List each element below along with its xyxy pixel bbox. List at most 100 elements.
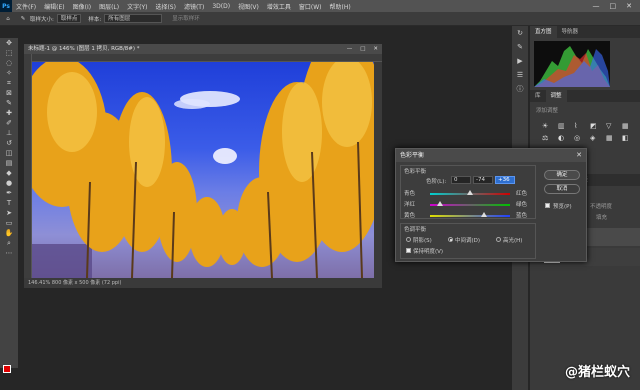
preserve-luminosity-checkbox[interactable] — [406, 248, 411, 253]
menu-edit[interactable]: 编辑(E) — [40, 2, 68, 11]
more-tools-icon[interactable]: ⋯ — [0, 248, 18, 258]
tab-libraries[interactable]: 库 — [530, 90, 546, 102]
levels-icon[interactable]: ▥ — [558, 122, 570, 130]
cyan-label: 青色 — [404, 191, 416, 197]
highlights-label: 高光(H) — [503, 238, 523, 244]
dodge-tool-icon[interactable]: ● — [0, 178, 18, 188]
type-tool-icon[interactable]: T — [0, 198, 18, 208]
move-tool-icon[interactable]: ✥ — [0, 38, 18, 48]
home-icon[interactable]: ⌂ — [0, 16, 16, 22]
properties-icon[interactable]: ☰ — [512, 68, 528, 82]
ok-button[interactable]: 确定 — [544, 170, 580, 180]
hue-sat-icon[interactable]: ▦ — [622, 122, 634, 130]
yellow-blue-slider-thumb[interactable] — [481, 212, 488, 217]
preserve-luminosity-label: 保持明度(V) — [413, 249, 444, 255]
photo-filter-icon[interactable]: ◎ — [574, 134, 586, 142]
healing-brush-tool-icon[interactable]: ✚ — [0, 108, 18, 118]
brightness-icon[interactable]: ☀ — [542, 122, 554, 130]
level-magenta-green-input[interactable]: -74 — [473, 176, 493, 184]
curves-icon[interactable]: ⌇ — [574, 122, 586, 130]
levels-label: 色阶(L): — [426, 179, 447, 185]
color-balance-icon[interactable]: ⚖ — [542, 134, 554, 142]
dialog-close-icon[interactable]: ✕ — [576, 149, 582, 162]
midtones-radio[interactable] — [448, 237, 453, 242]
eyedropper-icon[interactable]: ✎ — [16, 16, 30, 22]
sample-select[interactable]: 所有图层 — [104, 14, 163, 23]
dialog-title: 色彩平衡 — [400, 152, 425, 159]
horizontal-ruler — [32, 54, 382, 62]
options-bar: ⌂ ✎ 取样大小: 取样点 样本: 所有图层 显示取样环 — [0, 12, 640, 26]
yellow-blue-slider[interactable] — [430, 212, 510, 217]
info-icon[interactable]: ⓘ — [512, 82, 528, 96]
vibrance-icon[interactable]: ▽ — [606, 122, 618, 130]
preview-checkbox[interactable] — [545, 203, 550, 208]
highlights-radio[interactable] — [496, 237, 501, 242]
doc-close-icon[interactable]: ✕ — [373, 44, 378, 54]
image-canvas[interactable] — [32, 62, 374, 278]
menu-type[interactable]: 文字(Y) — [123, 2, 151, 11]
document-title: 未标题-1 @ 146% (图层 1 拷贝, RGB/8#) * — [28, 46, 140, 52]
brush-tool-icon[interactable]: ✐ — [0, 118, 18, 128]
menu-layer[interactable]: 图层(L) — [95, 2, 123, 11]
zoom-tool-icon[interactable]: ⌕ — [0, 238, 18, 248]
sample-size-select[interactable]: 取样点 — [56, 14, 82, 23]
marquee-tool-icon[interactable]: ⬚ — [0, 48, 18, 58]
magenta-green-slider-thumb[interactable] — [437, 201, 444, 206]
magic-wand-tool-icon[interactable]: ✧ — [0, 68, 18, 78]
history-brush-tool-icon[interactable]: ↺ — [0, 138, 18, 148]
menu-window[interactable]: 窗口(W) — [295, 2, 326, 11]
menu-3d[interactable]: 3D(D) — [208, 3, 234, 10]
document-tab[interactable]: 未标题-1 @ 146% (图层 1 拷贝, RGB/8#) * — □ ✕ — [24, 44, 382, 54]
invert-icon[interactable]: ◧ — [622, 134, 634, 142]
menu-file[interactable]: 文件(F) — [12, 2, 40, 11]
level-cyan-red-input[interactable]: 0 — [451, 176, 471, 184]
doc-minimize-icon[interactable]: — — [347, 44, 353, 54]
path-selection-tool-icon[interactable]: ➤ — [0, 208, 18, 218]
brush-settings-icon[interactable]: ✎ — [512, 40, 528, 54]
sample-label: 样本: — [88, 16, 102, 23]
minimize-button[interactable]: — — [593, 0, 600, 12]
close-button[interactable]: ✕ — [626, 0, 632, 12]
menu-select[interactable]: 选择(S) — [151, 2, 180, 11]
history-icon[interactable]: ↻ — [512, 26, 528, 40]
tab-navigator[interactable]: 导航器 — [557, 26, 584, 38]
crop-tool-icon[interactable]: ⌗ — [0, 78, 18, 88]
clone-stamp-tool-icon[interactable]: ⊥ — [0, 128, 18, 138]
color-lookup-icon[interactable]: ▦ — [606, 134, 618, 142]
blur-tool-icon[interactable]: ◆ — [0, 168, 18, 178]
foreground-color-swatch[interactable] — [3, 365, 11, 373]
opacity-label: 不透明度 — [590, 204, 613, 210]
menu-view[interactable]: 视图(V) — [234, 2, 263, 11]
tab-adjustments[interactable]: 调整 — [545, 90, 567, 102]
play-actions-icon[interactable]: ▶ — [512, 54, 528, 68]
shape-tool-icon[interactable]: ▭ — [0, 218, 18, 228]
black-white-icon[interactable]: ◐ — [558, 134, 570, 142]
tab-histogram[interactable]: 直方图 — [530, 26, 557, 38]
doc-maximize-icon[interactable]: □ — [360, 44, 365, 54]
cyan-red-slider[interactable] — [430, 190, 510, 195]
histogram-tabs: 直方图 导航器 — [530, 26, 640, 38]
maximize-button[interactable]: □ — [610, 0, 617, 12]
eyedropper-tool-icon[interactable]: ✎ — [0, 98, 18, 108]
photoshop-logo: Ps — [0, 0, 12, 12]
menu-image[interactable]: 图像(I) — [69, 2, 95, 11]
eraser-tool-icon[interactable]: ◫ — [0, 148, 18, 158]
tone-group-label: 色调平衡 — [404, 227, 427, 233]
level-yellow-blue-input[interactable]: +36 — [495, 176, 515, 184]
fill-label: 填充 — [596, 215, 608, 221]
exposure-icon[interactable]: ◩ — [590, 122, 602, 130]
cyan-red-slider-thumb[interactable] — [467, 190, 473, 195]
menu-help[interactable]: 帮助(H) — [326, 2, 355, 11]
magenta-green-slider[interactable] — [430, 201, 510, 206]
hand-tool-icon[interactable]: ✋ — [0, 228, 18, 238]
gradient-tool-icon[interactable]: ▤ — [0, 158, 18, 168]
lasso-tool-icon[interactable]: ◌ — [0, 58, 18, 68]
shadows-radio[interactable] — [406, 237, 411, 242]
menu-filter[interactable]: 滤镜(T) — [180, 2, 208, 11]
pen-tool-icon[interactable]: ✒ — [0, 188, 18, 198]
show-sampling-ring-checkbox[interactable]: 显示取样环 — [168, 14, 204, 23]
cancel-button[interactable]: 取消 — [544, 184, 580, 194]
menu-plugins[interactable]: 增效工具 — [263, 2, 295, 11]
channel-mixer-icon[interactable]: ◈ — [590, 134, 602, 142]
frame-tool-icon[interactable]: ⊠ — [0, 88, 18, 98]
